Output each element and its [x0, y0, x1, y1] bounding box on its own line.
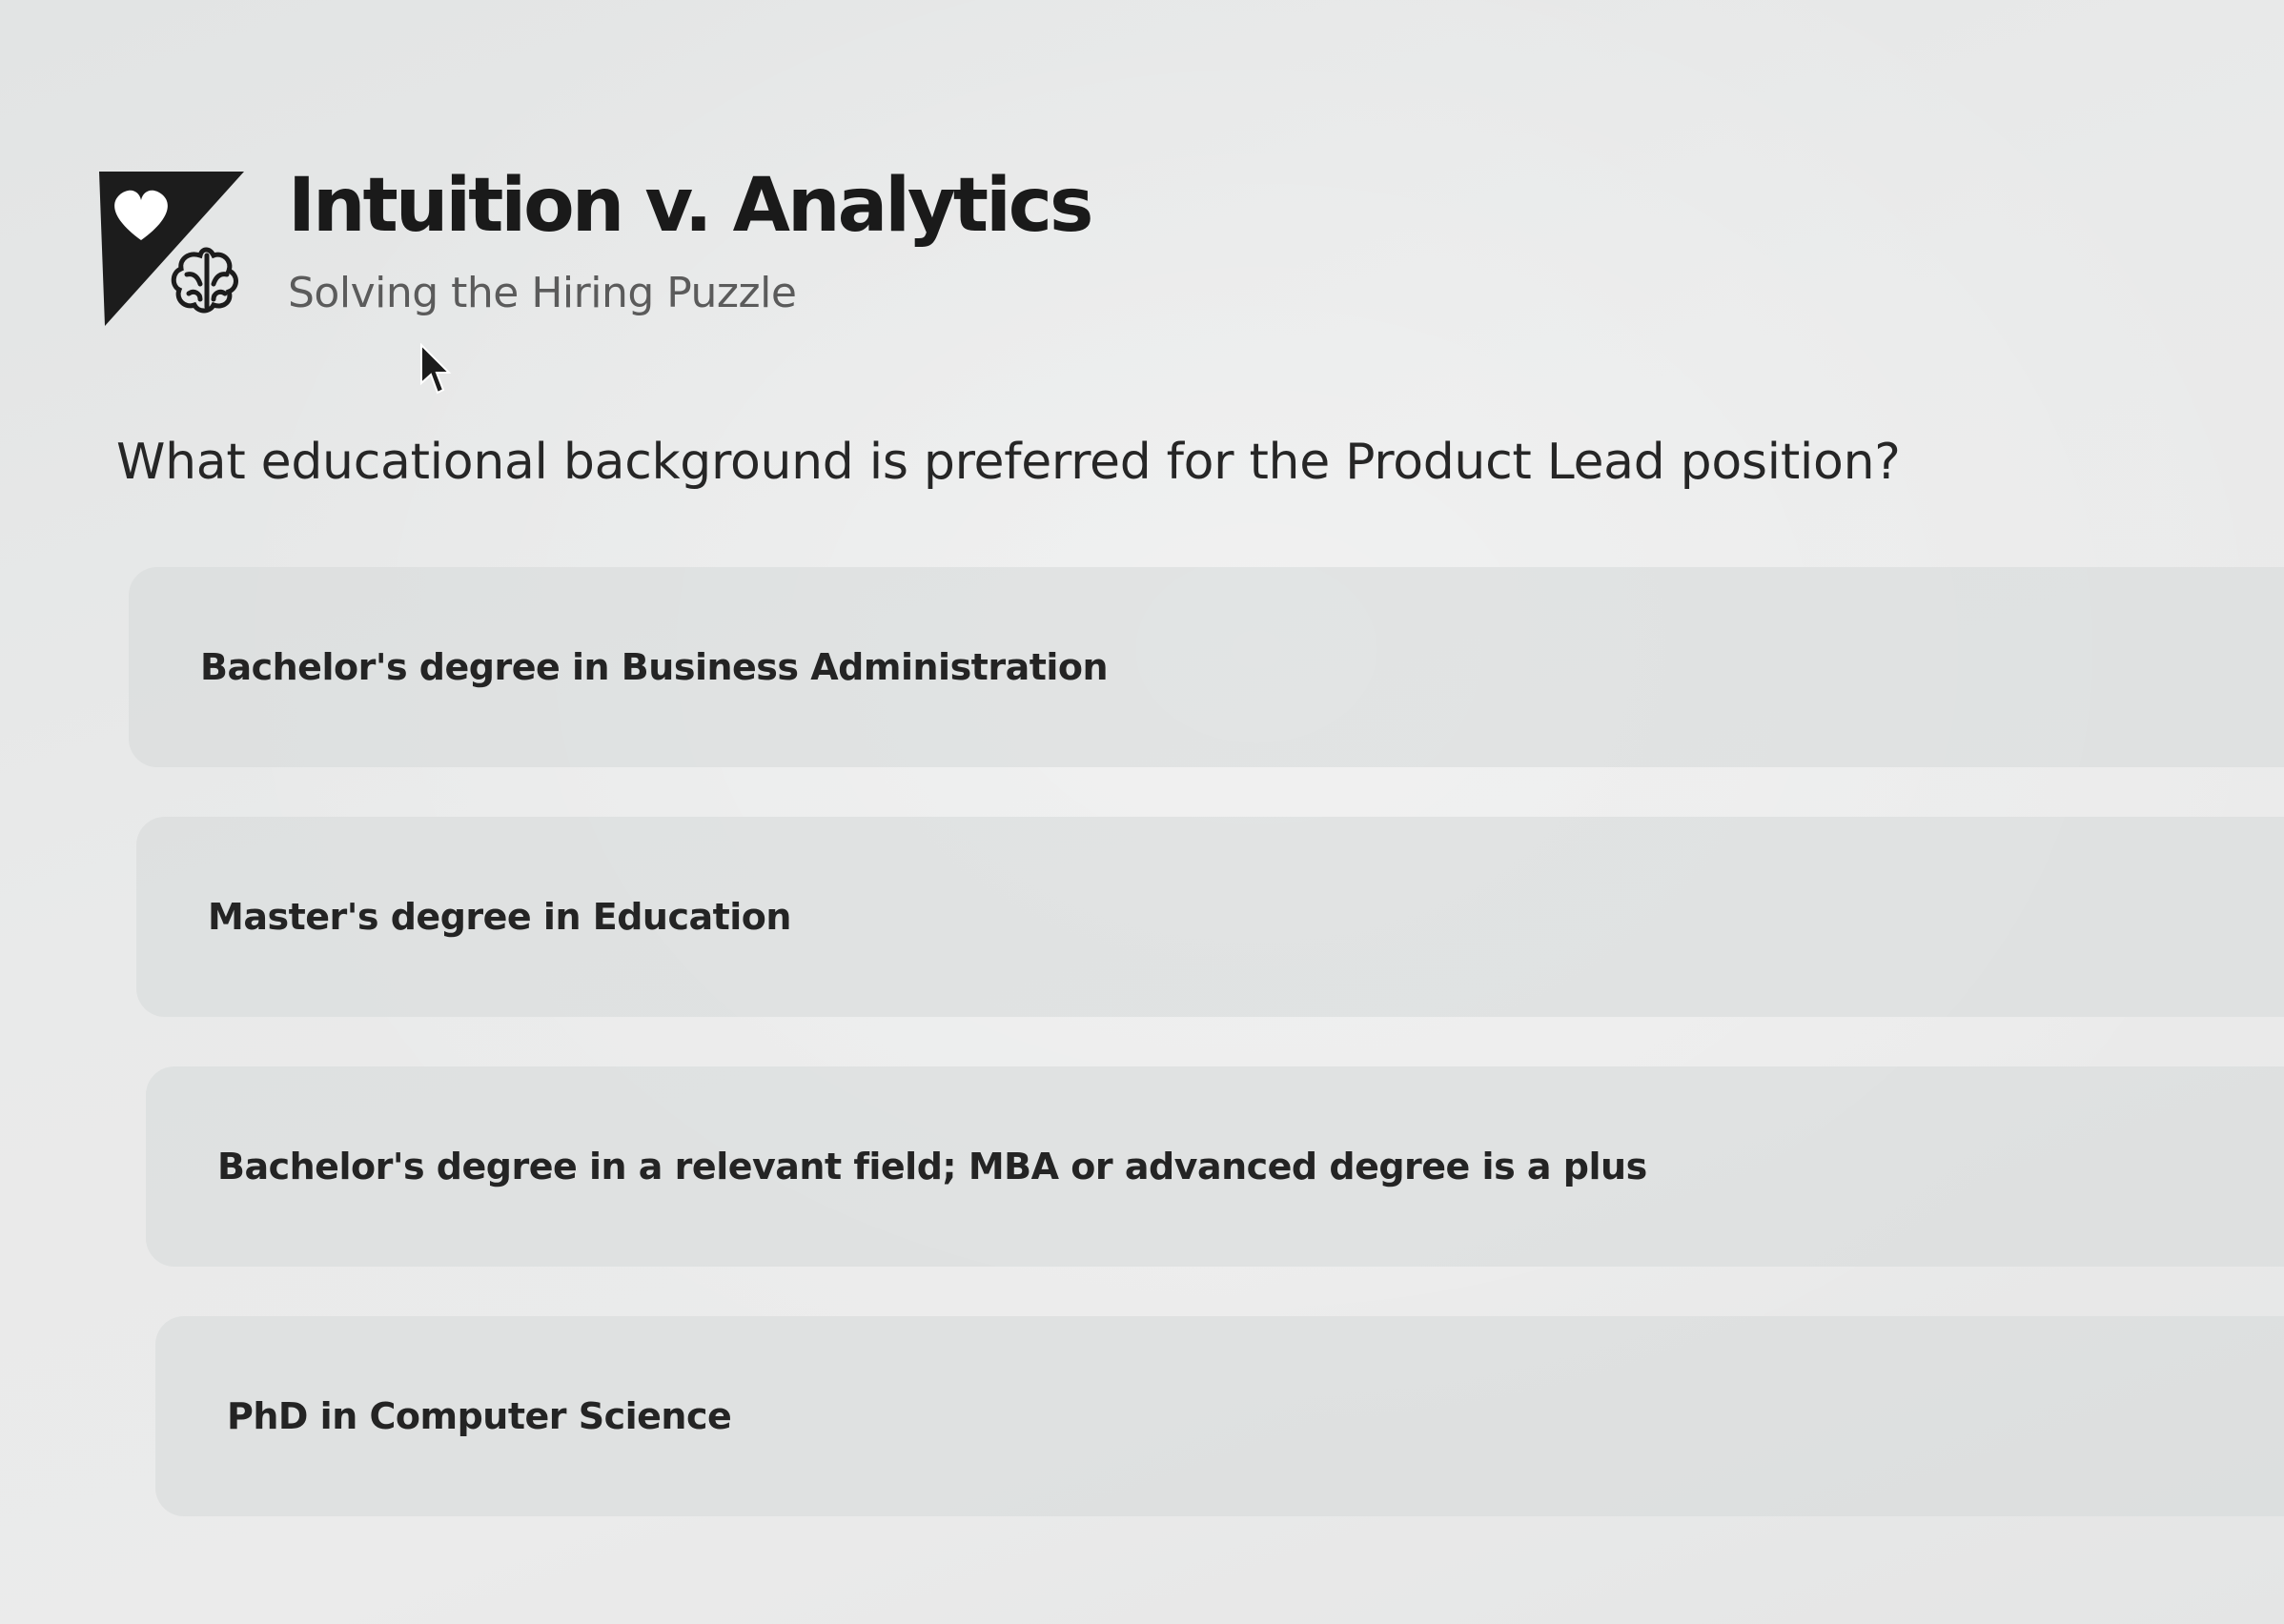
answer-option-label: PhD in Computer Science — [227, 1395, 732, 1437]
answer-option-1[interactable]: Bachelor's degree in Business Administra… — [129, 567, 2284, 767]
answer-option-label: Master's degree in Education — [208, 896, 791, 938]
answer-option-2[interactable]: Master's degree in Education — [136, 817, 2284, 1017]
logo — [99, 172, 244, 326]
app-subtitle: Solving the Hiring Puzzle — [288, 268, 797, 317]
question-text: What educational background is preferred… — [116, 434, 1901, 491]
brain-icon — [171, 247, 238, 314]
brand-block: Intuition v. Analytics Solving the Hirin… — [288, 163, 1093, 317]
app-header: Intuition v. Analytics Solving the Hirin… — [95, 162, 1093, 334]
answer-option-3[interactable]: Bachelor's degree in a relevant field; M… — [146, 1066, 2284, 1267]
answer-options: Bachelor's degree in Business Administra… — [129, 567, 2284, 1566]
mouse-cursor-icon — [420, 343, 452, 395]
answer-option-4[interactable]: PhD in Computer Science — [155, 1316, 2284, 1516]
answer-option-label: Bachelor's degree in a relevant field; M… — [217, 1146, 1647, 1188]
app-title: Intuition v. Analytics — [288, 163, 1093, 249]
answer-option-label: Bachelor's degree in Business Administra… — [200, 646, 1109, 688]
